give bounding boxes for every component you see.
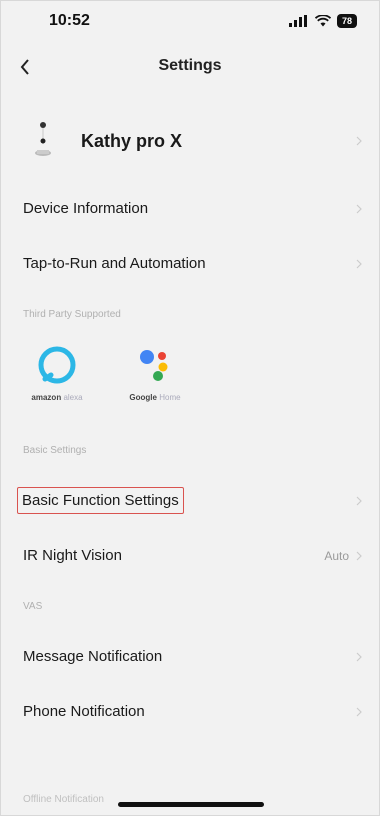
chevron-right-icon [353, 258, 365, 270]
google-home-item[interactable]: Google Home [117, 341, 193, 402]
device-information-row[interactable]: Device Information [1, 181, 379, 236]
chevron-right-icon [353, 203, 365, 215]
status-time: 10:52 [49, 12, 90, 29]
alexa-label: amazon alexa [31, 393, 82, 402]
basic-settings-header: Basic Settings [23, 444, 87, 456]
battery-indicator: 78 [336, 14, 357, 28]
alexa-label-main: amazon [31, 393, 62, 402]
alexa-icon [35, 341, 79, 389]
google-home-label: Google Home [129, 393, 180, 402]
chevron-right-icon [353, 706, 365, 718]
vas-header: VAS [23, 600, 43, 612]
third-party-list: amazon alexa Google Home [1, 337, 379, 427]
google-assistant-icon [133, 341, 177, 389]
camera-device-icon [23, 111, 63, 171]
nav-bar: Settings [1, 41, 379, 101]
third-party-header: Third Party Supported [23, 308, 121, 320]
chevron-right-icon [353, 651, 365, 663]
ir-night-vision-row[interactable]: IR Night Vision Auto [1, 528, 379, 583]
google-label-main: Google [129, 393, 157, 402]
offline-notification-header: Offline Notification [23, 794, 104, 805]
ir-night-vision-value: Auto [324, 548, 349, 563]
alexa-item[interactable]: amazon alexa [19, 341, 95, 402]
phone-notification-row[interactable]: Phone Notification [1, 684, 379, 739]
basic-function-settings-label: Basic Function Settings [17, 487, 184, 514]
tap-to-run-row[interactable]: Tap-to-Run and Automation [1, 236, 379, 291]
basic-function-settings-row[interactable]: Basic Function Settings [1, 473, 379, 528]
alexa-label-faint: alexa [63, 393, 83, 402]
device-row[interactable]: Kathy pro X [1, 101, 379, 181]
back-button[interactable] [13, 55, 37, 79]
phone-notification-label: Phone Notification [23, 703, 145, 720]
message-notification-row[interactable]: Message Notification [1, 629, 379, 684]
status-icons: 78 [288, 14, 357, 28]
status-bar: 10:52 78 [1, 1, 379, 41]
chevron-right-icon [353, 495, 365, 507]
signal-icon [288, 15, 307, 27]
message-notification-label: Message Notification [23, 648, 163, 665]
device-name: Kathy pro X [81, 130, 183, 151]
chevron-right-icon [353, 550, 365, 562]
basic-function-settings-wrap: Basic Function Settings [17, 487, 353, 514]
device-information-label: Device Information [23, 200, 149, 217]
wifi-icon [314, 15, 331, 27]
phone-screen: 10:52 78 Settings Kathy pro X Device Inf… [0, 0, 380, 816]
tap-to-run-label: Tap-to-Run and Automation [23, 255, 206, 272]
chevron-right-icon [353, 135, 365, 147]
chevron-left-icon [20, 59, 29, 75]
google-label-faint: Home [159, 393, 181, 402]
home-indicator[interactable] [118, 802, 264, 807]
page-title: Settings [158, 57, 222, 74]
ir-night-vision-label: IR Night Vision [23, 547, 122, 564]
